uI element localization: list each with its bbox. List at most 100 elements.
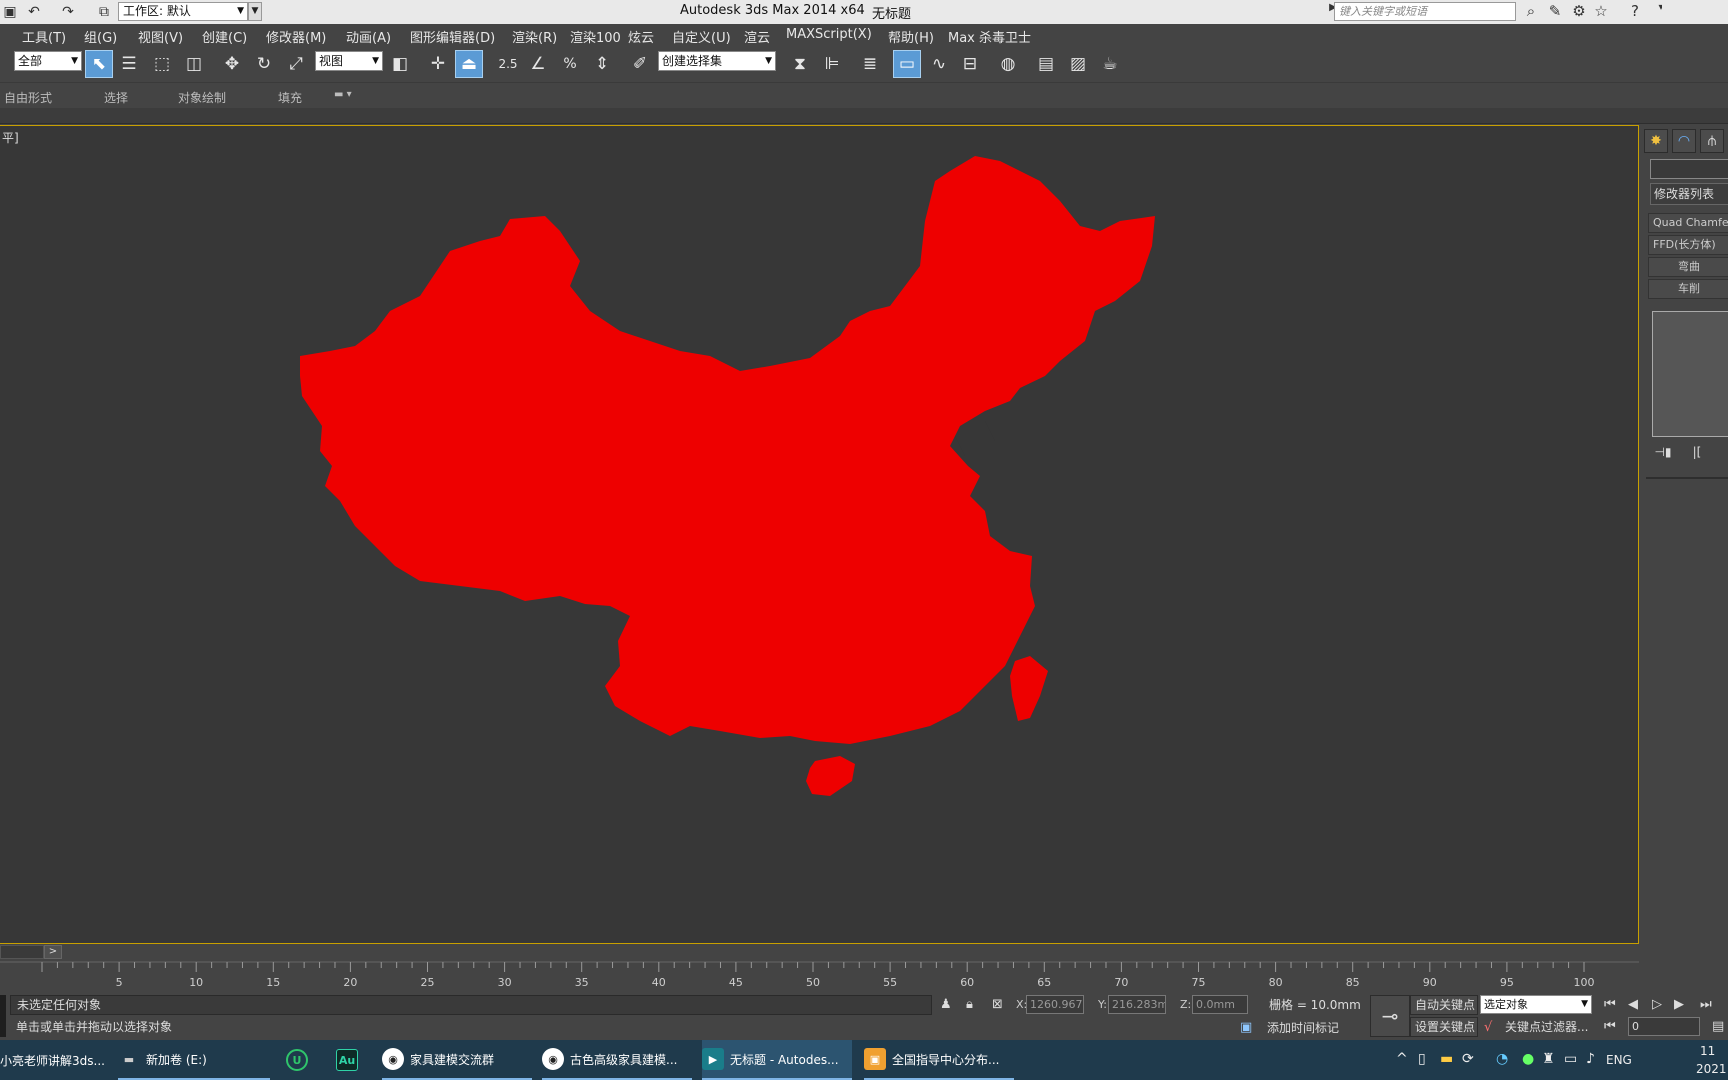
snap-toggle-icon[interactable]: 2.5 xyxy=(494,50,522,78)
menu-customize[interactable]: 自定义(U) xyxy=(672,27,731,46)
menu-render100[interactable]: 渲染100 xyxy=(570,27,621,46)
ribbon-tab-selection[interactable]: 选择 xyxy=(104,89,128,106)
key-mode-dropdown[interactable]: 选定对象 ▼ xyxy=(1480,995,1592,1014)
ribbon-tab-freeform[interactable]: 自由形式 xyxy=(4,89,52,106)
align-icon[interactable]: ⊫ xyxy=(818,50,846,78)
ribbon-options-icon[interactable]: ▬ ▾ xyxy=(334,89,352,100)
taskbar-item-3dsmax[interactable]: ▶ 无标题 - Autodes... xyxy=(702,1040,852,1080)
taskbar-item-center[interactable]: ▣ 全国指导中心分布... xyxy=(864,1040,1014,1080)
screen-icon[interactable]: ▭ xyxy=(1564,1051,1577,1067)
menu-maxscript[interactable]: MAXScript(X) xyxy=(786,27,872,42)
time-configuration-icon[interactable]: ▤ xyxy=(1712,1019,1724,1034)
modifier-stack-list[interactable] xyxy=(1652,311,1728,437)
volume-icon[interactable]: ♪ xyxy=(1586,1051,1595,1067)
save-icon[interactable]: ▣ xyxy=(0,2,20,22)
menu-modifiers[interactable]: 修改器(M) xyxy=(266,27,326,46)
graphite-ribbon-icon[interactable]: ▭ xyxy=(893,50,921,78)
workspace-menu-button[interactable]: ▼ xyxy=(248,2,262,21)
menu-xuanyun[interactable]: 炫云 xyxy=(628,27,654,46)
menu-view[interactable]: 视图(V) xyxy=(138,27,183,46)
auto-key-button[interactable]: 自动关键点 xyxy=(1410,995,1478,1015)
sync-icon[interactable]: ⟳ xyxy=(1462,1051,1474,1067)
track-bar[interactable]: 5 10 15 20 25 30 35 40 45 50 55 60 65 70 75 80 85 90 95 100 xyxy=(0,960,1639,990)
key-filters-button[interactable]: 关键点过滤器... xyxy=(1500,1017,1592,1037)
help-icon[interactable]: ? xyxy=(1624,2,1646,22)
layer-manager-icon[interactable]: ≣ xyxy=(856,50,884,78)
go-to-end-icon[interactable]: ⏭ xyxy=(1700,997,1712,1012)
tools-icon[interactable]: ⚙ xyxy=(1568,2,1590,22)
edit-named-selection-icon[interactable]: ✐ xyxy=(626,50,654,78)
hierarchy-tab-icon[interactable]: ⫛ xyxy=(1700,129,1724,153)
wechat-icon[interactable]: ● xyxy=(1522,1051,1534,1067)
angle-snap-icon[interactable]: ∠ xyxy=(524,50,552,78)
menu-xuanyun2[interactable]: 渲云 xyxy=(744,27,770,46)
set-key-icon[interactable]: ⊸ xyxy=(1370,995,1410,1037)
previous-frame-icon[interactable]: ◀ xyxy=(1628,997,1638,1012)
menu-antivirus[interactable]: Max 杀毒卫士 xyxy=(948,27,1031,46)
x-coordinate-field[interactable]: 1260.967m xyxy=(1026,995,1084,1014)
render-setup-icon[interactable]: ▤ xyxy=(1032,50,1060,78)
render-teapot-icon[interactable]: ☕ xyxy=(1096,50,1124,78)
taskbar-item-qq-group[interactable]: ◉ 家具建模交流群 xyxy=(382,1040,532,1080)
modifier-button-bend[interactable]: 弯曲 xyxy=(1648,257,1728,277)
taskbar-item-furniture[interactable]: ◉ 古色高级家具建模... xyxy=(542,1040,692,1080)
search-input[interactable]: 键入关键字或短语 xyxy=(1334,2,1516,21)
move-icon[interactable]: ✥ xyxy=(218,50,246,78)
curve-editor-icon[interactable]: ∿ xyxy=(925,50,953,78)
taskbar-item-drive[interactable]: ▬ 新加卷 (E:) xyxy=(118,1040,270,1080)
binoculars-icon[interactable]: ⌕ xyxy=(1520,2,1542,22)
reference-coordinate-dropdown[interactable]: 视图 ▼ xyxy=(315,51,383,71)
selection-filter-dropdown[interactable]: 全部 ▼ xyxy=(14,51,82,71)
clock-time[interactable]: 11 xyxy=(1700,1044,1715,1058)
selection-lock-icon[interactable]: 🔒︎ xyxy=(966,997,973,1012)
tray-expand-icon[interactable]: ^ xyxy=(1396,1051,1408,1067)
window-controls[interactable] xyxy=(1662,0,1728,24)
rendered-frame-window-icon[interactable]: ▨ xyxy=(1064,50,1092,78)
absolute-mode-icon[interactable]: ⊠ xyxy=(992,997,1003,1012)
go-to-start-icon[interactable]: ⏮ xyxy=(1604,997,1616,1012)
isolate-selection-icon[interactable]: ♟ xyxy=(940,997,952,1012)
language-indicator[interactable]: ENG xyxy=(1606,1053,1632,1067)
menu-help[interactable]: 帮助(H) xyxy=(888,27,934,46)
taskbar-item-video[interactable]: 小亮老师讲解3ds... xyxy=(0,1040,108,1080)
menu-rendering[interactable]: 渲染(R) xyxy=(512,27,557,46)
material-editor-icon[interactable]: ◍ xyxy=(994,50,1022,78)
taiwan-shape[interactable] xyxy=(1010,656,1048,721)
china-map-shape[interactable] xyxy=(0,126,1639,945)
viewport-top[interactable]: 平] xyxy=(0,125,1639,944)
select-object-icon[interactable]: ⬉ xyxy=(85,50,113,78)
ribbon-tab-populate[interactable]: 填充 xyxy=(278,89,302,106)
named-selection-dropdown[interactable]: 创建选择集 ▼ xyxy=(658,51,776,71)
add-time-tag[interactable]: 添加时间标记 xyxy=(1262,1018,1372,1038)
create-tab-icon[interactable]: ✸ xyxy=(1644,129,1668,153)
schematic-view-icon[interactable]: ⊟ xyxy=(956,50,984,78)
menu-graph-editors[interactable]: 图形编辑器(D) xyxy=(410,27,495,46)
undo-icon[interactable]: ↶ xyxy=(24,2,44,22)
current-frame-field[interactable]: 0 xyxy=(1628,1017,1700,1036)
clock-date[interactable]: 2021 xyxy=(1696,1062,1727,1076)
time-tag-icon[interactable]: ▣ xyxy=(1240,1020,1252,1035)
next-frame-icon[interactable]: ▶ xyxy=(1674,997,1684,1012)
maxscript-listener-stub[interactable] xyxy=(0,995,6,1037)
folder-icon[interactable]: ▬ xyxy=(1440,1051,1453,1067)
object-name-field[interactable] xyxy=(1650,159,1728,179)
menu-group[interactable]: 组(G) xyxy=(84,27,117,46)
rectangle-selection-icon[interactable]: ⬚ xyxy=(148,50,176,78)
window-crossing-icon[interactable]: ◫ xyxy=(180,50,208,78)
spinner-snap-icon[interactable]: ⇕ xyxy=(588,50,616,78)
project-folder-icon[interactable]: ⧉ xyxy=(94,2,114,22)
network-icon[interactable]: ◔ xyxy=(1496,1051,1508,1067)
taskbar-item-audition[interactable]: Au xyxy=(336,1040,366,1080)
percent-snap-icon[interactable]: % xyxy=(556,50,584,78)
workspace-dropdown[interactable]: 工作区: 默认 ▼ xyxy=(118,2,248,21)
modifier-button-quad-chamfer[interactable]: Quad Chamfer xyxy=(1648,213,1728,233)
z-coordinate-field[interactable]: 0.0mm xyxy=(1192,995,1248,1014)
security-icon[interactable]: ♜ xyxy=(1542,1051,1555,1067)
ribbon-tab-object-paint[interactable]: 对象绘制 xyxy=(178,89,226,106)
select-by-name-icon[interactable]: ☰ xyxy=(115,50,143,78)
menu-tools[interactable]: 工具(T) xyxy=(22,27,66,46)
usb-icon[interactable]: ▯ xyxy=(1418,1051,1426,1067)
set-key-button[interactable]: 设置关键点 xyxy=(1410,1017,1478,1037)
select-manipulate-icon[interactable]: ✛ xyxy=(424,50,452,78)
pivot-center-icon[interactable]: ◧ xyxy=(386,50,414,78)
